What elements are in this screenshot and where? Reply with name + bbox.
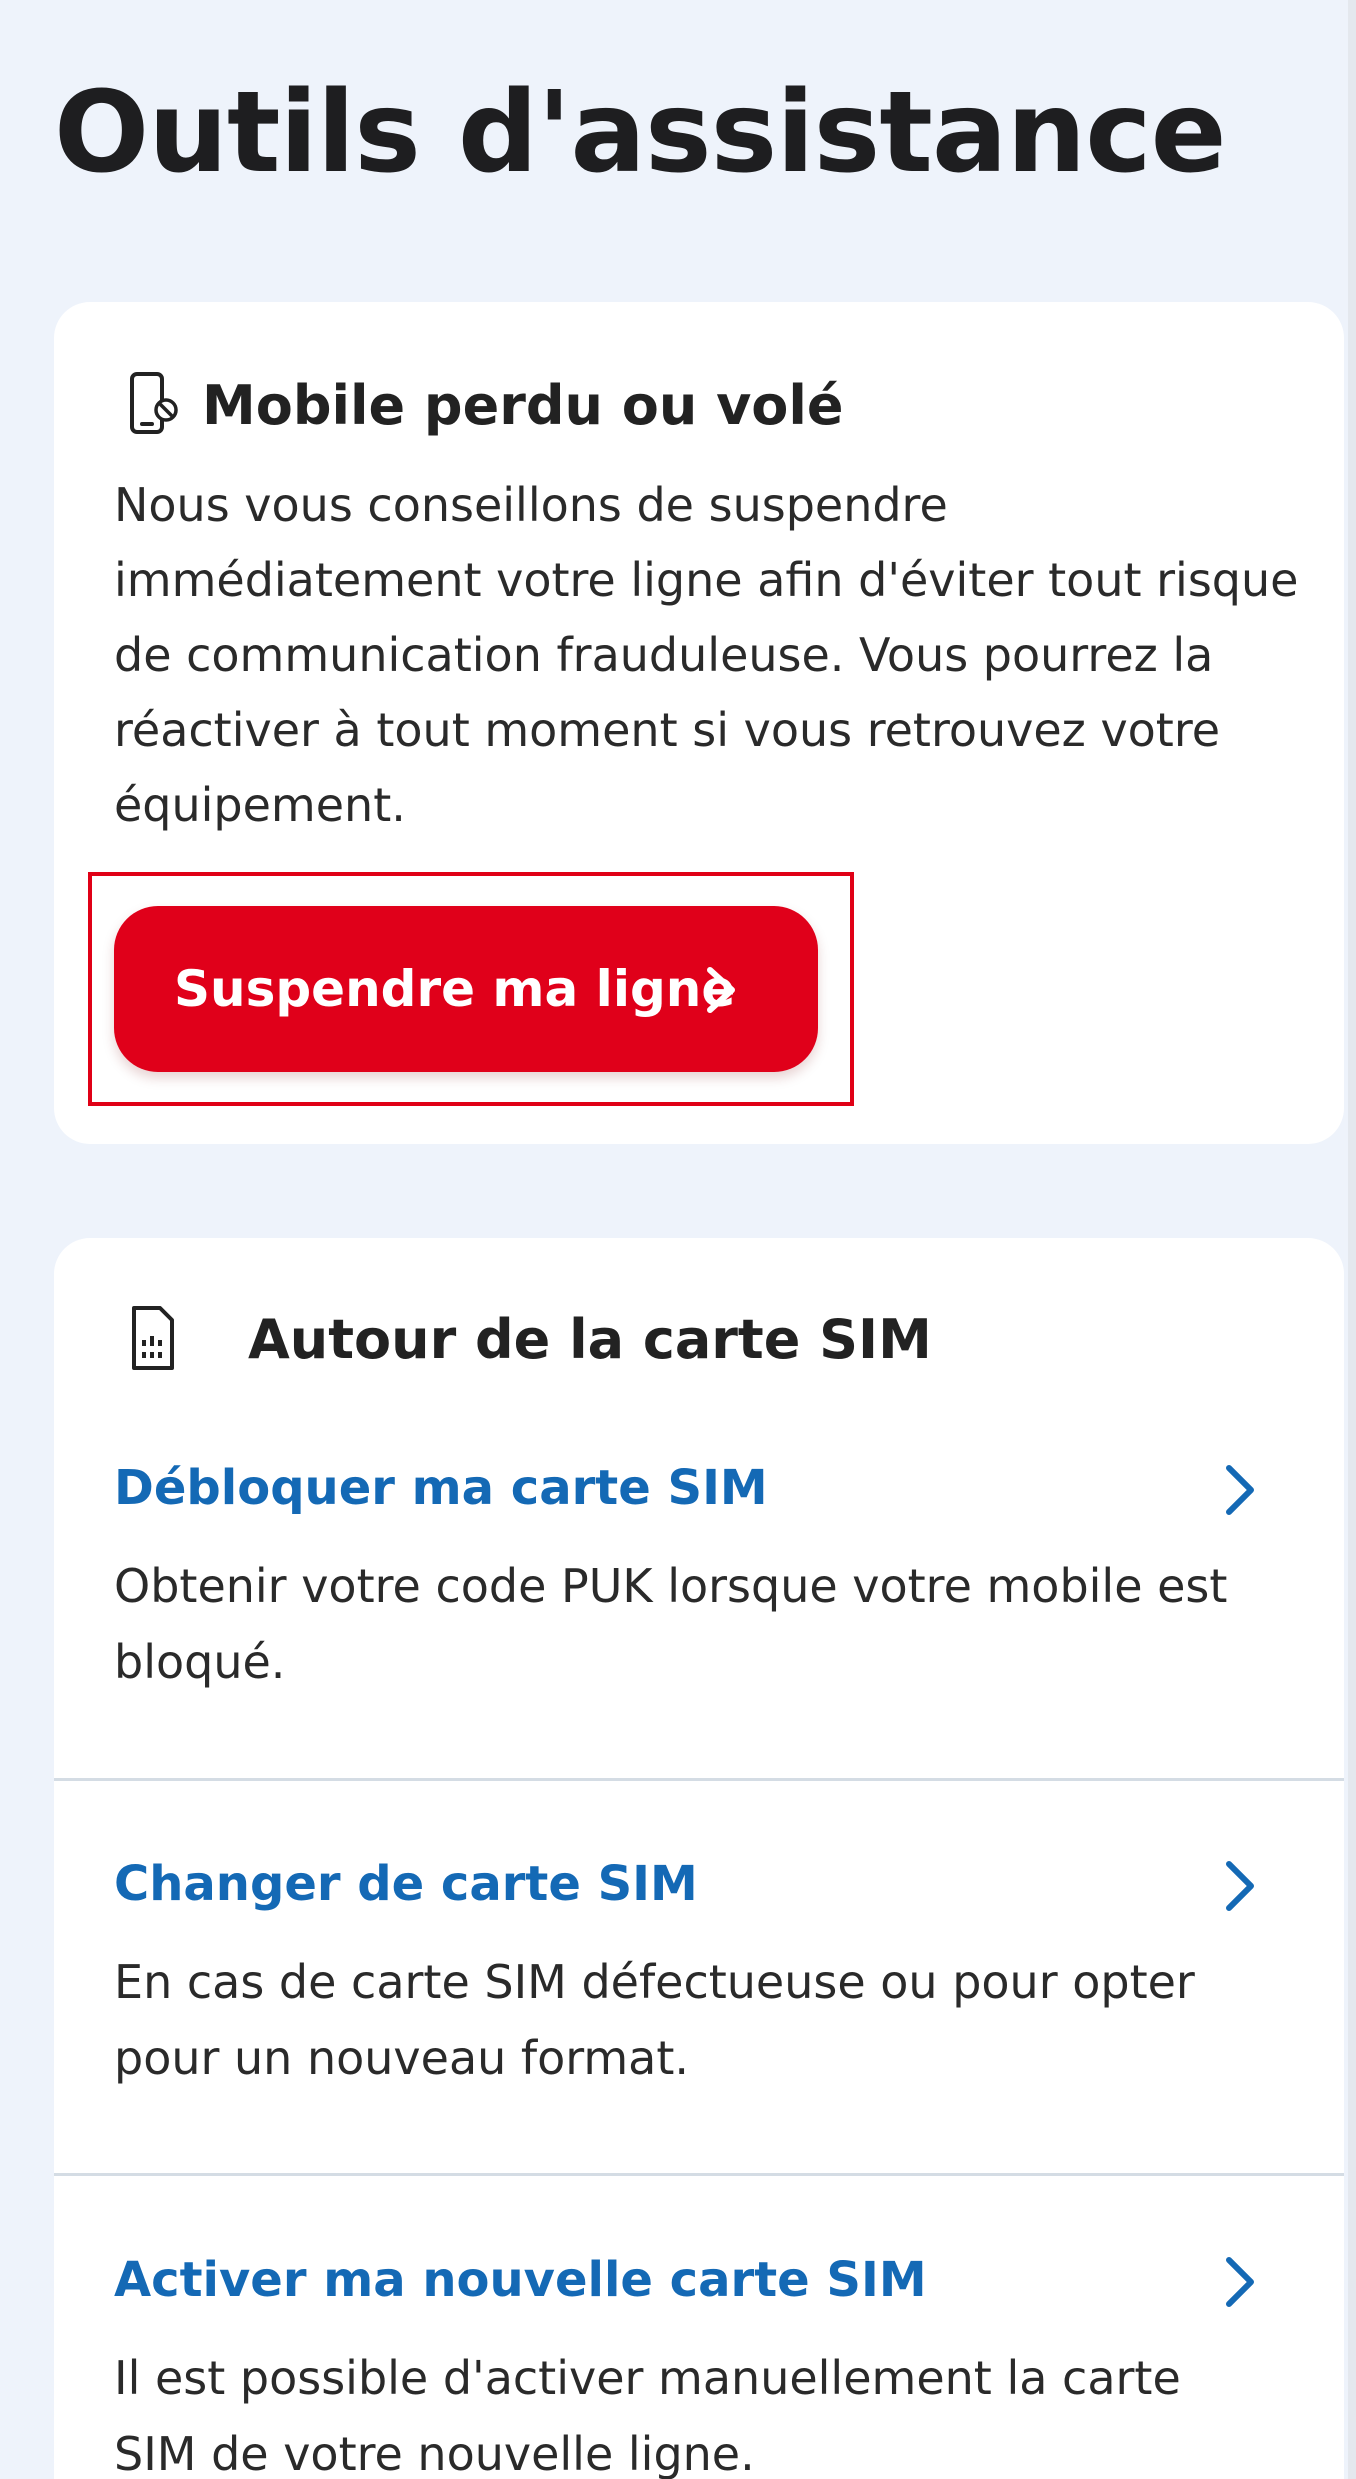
sim-section-title: Autour de la carte SIM: [248, 1307, 932, 1371]
suspend-line-button[interactable]: Suspendre ma ligne: [114, 906, 818, 1072]
scrollbar[interactable]: [1348, 0, 1356, 2479]
sim-section-header: Autour de la carte SIM: [124, 1304, 932, 1374]
page: Outils d'assistance Mobile perdu ou volé…: [0, 0, 1356, 2479]
unlock-sim-link[interactable]: Débloquer ma carte SIM: [114, 1460, 768, 1516]
unlock-sim-description: Obtenir votre code PUK lorsque votre mob…: [114, 1559, 1228, 1689]
lost-stolen-description: Nous vous conseillons de suspendre imméd…: [114, 478, 1299, 832]
chevron-right-icon: [1226, 2257, 1254, 2307]
suspend-line-label: Suspendre ma ligne: [174, 960, 736, 1018]
divider: [54, 1778, 1344, 1781]
activate-sim-description: Il est possible d'activer manuellement l…: [114, 2351, 1181, 2479]
page-title: Outils d'assistance: [54, 68, 1227, 198]
chevron-right-icon: [1226, 1465, 1254, 1515]
divider: [54, 2173, 1344, 2176]
unlock-sim-item[interactable]: Débloquer ma carte SIM Obtenir votre cod…: [54, 1450, 1344, 1820]
sim-card-icon: [132, 1306, 174, 1370]
chevron-right-icon: [707, 967, 735, 1013]
lost-stolen-card: Mobile perdu ou volé Nous vous conseillo…: [54, 302, 1344, 1144]
activate-sim-item[interactable]: Activer ma nouvelle carte SIM Il est pos…: [54, 2242, 1344, 2479]
change-sim-link[interactable]: Changer de carte SIM: [114, 1856, 698, 1912]
change-sim-description: En cas de carte SIM défectueuse ou pour …: [114, 1955, 1195, 2085]
lost-stolen-header: Mobile perdu ou volé: [124, 370, 844, 440]
sim-card-section: Autour de la carte SIM Débloquer ma cart…: [54, 1238, 1344, 2479]
activate-sim-link[interactable]: Activer ma nouvelle carte SIM: [114, 2252, 927, 2308]
chevron-right-icon: [1226, 1861, 1254, 1911]
phone-lock-icon: [130, 372, 178, 434]
lost-stolen-title: Mobile perdu ou volé: [202, 373, 844, 437]
change-sim-item[interactable]: Changer de carte SIM En cas de carte SIM…: [54, 1846, 1344, 2216]
